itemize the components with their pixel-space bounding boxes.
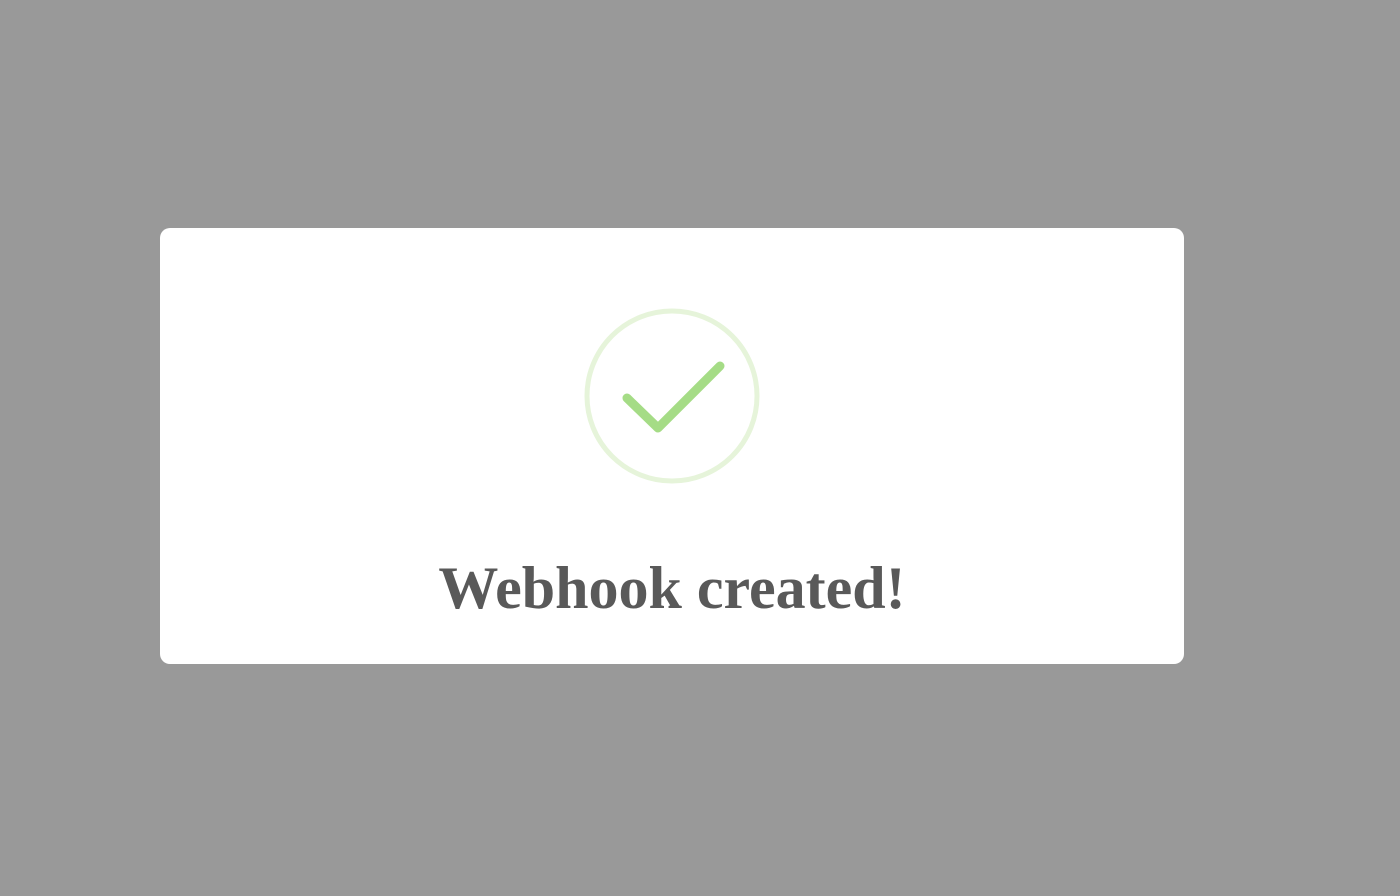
success-check-icon <box>584 308 760 484</box>
dialog-title: Webhook created! <box>438 555 906 621</box>
